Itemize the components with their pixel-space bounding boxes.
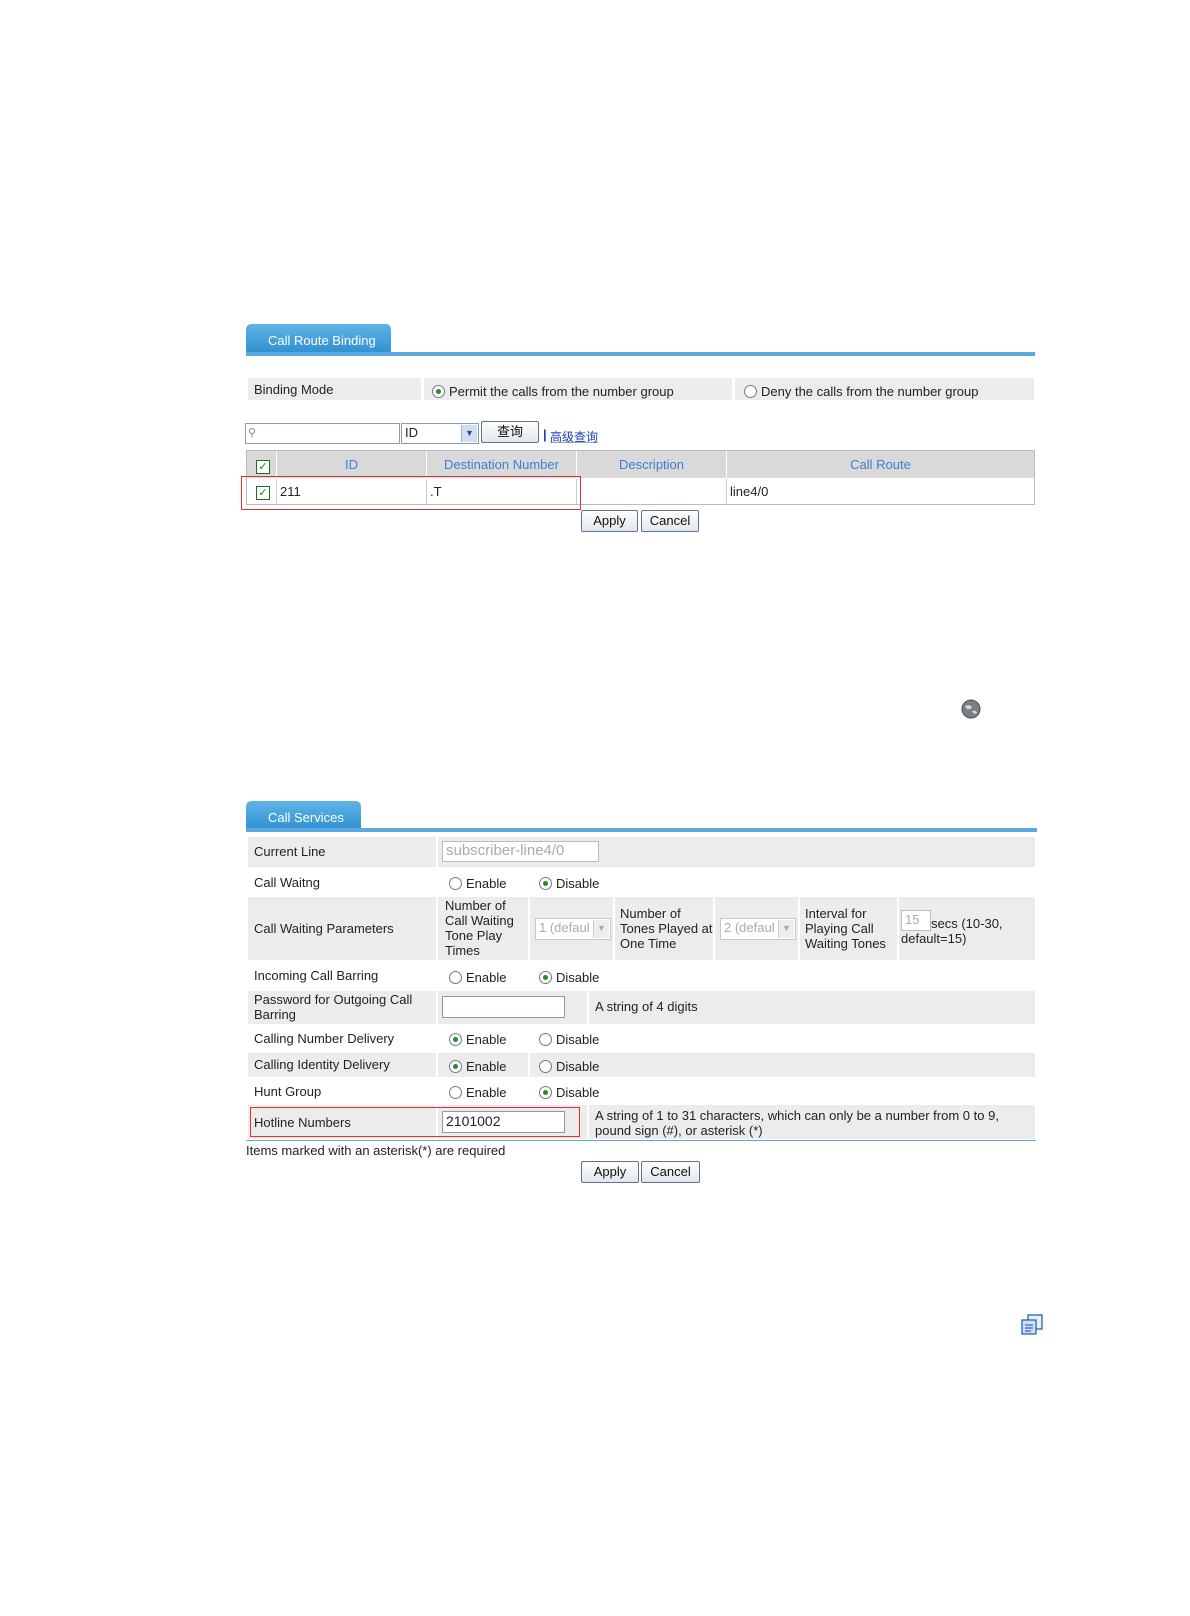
incoming-barring-disable[interactable]: Disable: [539, 970, 599, 985]
cell-call-route: line4/0: [727, 479, 1034, 504]
hunt-group-disable[interactable]: Disable: [539, 1085, 599, 1100]
interval-label: Interval for Playing Call Waiting Tones: [805, 906, 886, 951]
call-waiting-params-label: Call Waiting Parameters: [254, 921, 394, 936]
apply-button[interactable]: Apply: [581, 510, 638, 532]
permit-label: Permit the calls from the number group: [449, 384, 674, 399]
current-line-field: subscriber-line4/0: [442, 841, 599, 862]
call-waiting-label: Call Waitng: [254, 875, 320, 890]
tab-underline: [246, 352, 1035, 356]
row-divider: [436, 991, 438, 1024]
hunt-group-disable-radio[interactable]: [539, 1086, 552, 1099]
hunt-group-enable[interactable]: Enable: [449, 1085, 506, 1100]
row-divider: [587, 991, 589, 1024]
calling-number-enable-radio[interactable]: [449, 1033, 462, 1046]
query-button[interactable]: 查询: [481, 421, 539, 443]
calling-number-disable-radio[interactable]: [539, 1033, 552, 1046]
interval-hint: secs (10-30, default=15): [901, 916, 1003, 946]
call-waiting-enable-radio[interactable]: [449, 877, 462, 890]
required-note: Items marked with an asterisk(*) are req…: [246, 1143, 506, 1158]
incoming-barring-enable[interactable]: Enable: [449, 970, 506, 985]
call-waiting-disable-radio[interactable]: [539, 877, 552, 890]
deny-radio[interactable]: [744, 385, 757, 398]
row-divider: [713, 897, 715, 960]
tones-per-time-label: Number of Tones Played at One Time: [620, 906, 713, 951]
calling-identity-enable[interactable]: Enable: [449, 1059, 506, 1074]
hotline-hint: A string of 1 to 31 characters, which ca…: [595, 1108, 999, 1138]
bottom-rule: [246, 1140, 1036, 1141]
tone-play-times-label: Number of Call Waiting Tone Play Times: [445, 898, 514, 958]
tab-call-services[interactable]: Call Services: [246, 801, 361, 831]
search-input[interactable]: ⚲: [245, 423, 400, 444]
cell-description: [577, 479, 727, 504]
globe-icon[interactable]: [961, 699, 981, 719]
search-separator: |: [543, 427, 547, 442]
checkmark-icon: ✓: [258, 461, 268, 473]
call-waiting-disable[interactable]: Disable: [539, 876, 599, 891]
header-call-route[interactable]: Call Route: [727, 451, 1034, 478]
chevron-down-icon: ▼: [778, 920, 794, 938]
hunt-group-enable-radio[interactable]: [449, 1086, 462, 1099]
tone-play-times-select[interactable]: 1 (defaul ▼: [535, 918, 611, 940]
tab-call-route-binding[interactable]: Call Route Binding: [246, 324, 391, 354]
highlight-box-hotline: [250, 1107, 580, 1137]
calling-identity-delivery-label: Calling Identity Delivery: [254, 1057, 390, 1072]
deny-option[interactable]: Deny the calls from the number group: [744, 384, 979, 399]
tones-per-time-select[interactable]: 2 (defaul ▼: [720, 918, 796, 940]
tab-underline: [246, 828, 1037, 832]
outgoing-password-input[interactable]: [442, 996, 565, 1018]
call-waiting-enable[interactable]: Enable: [449, 876, 506, 891]
advanced-query-link[interactable]: 高级查询: [550, 428, 598, 445]
current-line-row: [248, 837, 1035, 867]
search-icon: ⚲: [248, 427, 257, 439]
calling-identity-disable[interactable]: Disable: [539, 1059, 599, 1074]
row-divider: [528, 897, 530, 960]
row-divider: [436, 897, 438, 960]
incoming-barring-disable-radio[interactable]: [539, 971, 552, 984]
row-divider: [798, 897, 800, 960]
cancel-button[interactable]: Cancel: [641, 1161, 700, 1183]
search-field-select[interactable]: ID ▼: [401, 423, 479, 444]
calling-number-delivery-label: Calling Number Delivery: [254, 1031, 395, 1046]
row-divider: [897, 897, 899, 960]
permit-option[interactable]: Permit the calls from the number group: [432, 384, 674, 399]
copy-icon[interactable]: [1020, 1314, 1044, 1336]
incoming-barring-label: Incoming Call Barring: [254, 968, 379, 983]
row-divider: [587, 1105, 589, 1139]
incoming-barring-enable-radio[interactable]: [449, 971, 462, 984]
row-divider: [436, 837, 438, 867]
header-description[interactable]: Description: [577, 451, 727, 478]
deny-label: Deny the calls from the number group: [761, 384, 979, 399]
permit-radio[interactable]: [432, 385, 445, 398]
row-divider: [436, 1053, 438, 1077]
binding-mode-label: Binding Mode: [254, 382, 334, 397]
calling-identity-enable-radio[interactable]: [449, 1060, 462, 1073]
apply-button[interactable]: Apply: [581, 1161, 639, 1183]
chevron-down-icon: ▼: [461, 425, 477, 442]
highlight-box-route-row: [241, 476, 581, 510]
outgoing-password-label: Password for Outgoing Call Barring: [254, 992, 413, 1022]
calling-identity-disable-radio[interactable]: [539, 1060, 552, 1073]
hunt-group-label: Hunt Group: [254, 1084, 322, 1099]
chevron-down-icon: ▼: [593, 920, 609, 938]
cancel-button[interactable]: Cancel: [641, 510, 699, 532]
current-line-label: Current Line: [254, 844, 326, 859]
calling-number-disable[interactable]: Disable: [539, 1032, 599, 1047]
outgoing-password-hint: A string of 4 digits: [595, 999, 698, 1014]
select-all-checkbox[interactable]: ✓: [256, 460, 270, 474]
row-divider: [613, 897, 615, 960]
header-id[interactable]: ID: [277, 451, 427, 478]
calling-number-enable[interactable]: Enable: [449, 1032, 506, 1047]
row-divider: [528, 1053, 530, 1077]
header-destination-number[interactable]: Destination Number: [427, 451, 577, 478]
